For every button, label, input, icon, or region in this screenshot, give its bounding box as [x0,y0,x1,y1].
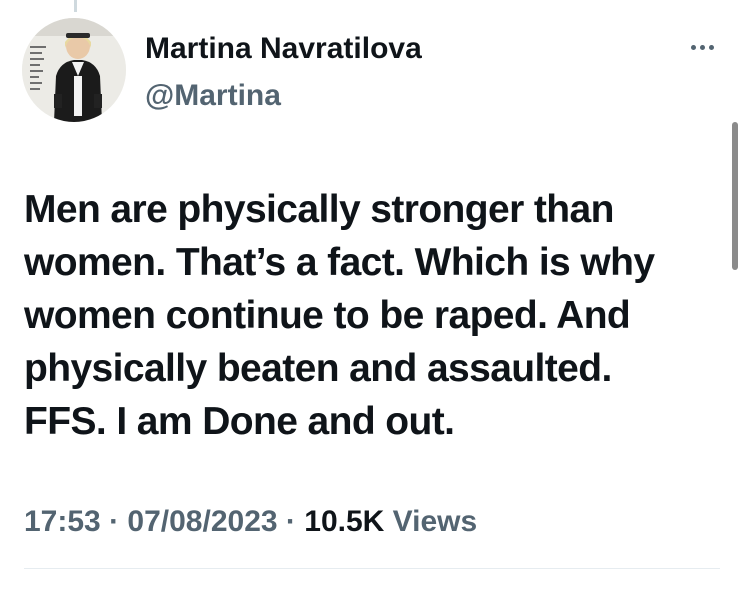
avatar-photo-icon [22,18,126,122]
author-display-name[interactable]: Martina Navratilova [145,30,422,68]
divider [24,568,720,569]
tweet-metadata: 17:53 · 07/08/2023 · 10.5K Views [24,502,477,542]
tweet-text-line: women continue to be raped. And [24,294,631,337]
more-options-button[interactable] [682,32,722,62]
tweet-time[interactable]: 17:53 [24,505,101,538]
views-count[interactable]: 10.5K [304,505,384,538]
views-label: Views [392,505,478,538]
tweet-text-line: FFS. I am Done and out. [24,400,455,443]
meta-separator: · [109,505,120,538]
tweet-date[interactable]: 07/08/2023 [127,505,277,538]
scrollbar[interactable] [732,122,738,270]
tweet-text-line: Men are physically stronger than [24,188,614,231]
meta-separator: · [285,505,296,538]
avatar[interactable] [22,18,126,122]
thread-connector-line [74,0,77,12]
tweet-text-line: women. That’s a fact. Which is why [24,241,655,284]
more-horizontal-icon [690,44,714,50]
author-handle[interactable]: @Martina [145,77,281,115]
tweet-text: Men are physically stronger than women. … [24,183,714,448]
tweet-text-line: physically beaten and assaulted. [24,347,612,390]
